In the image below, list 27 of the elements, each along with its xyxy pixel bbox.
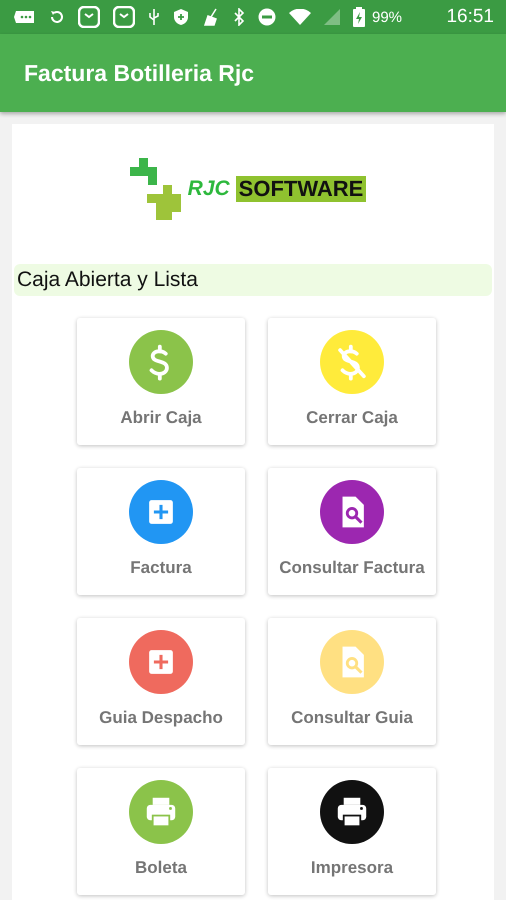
status-message: Caja Abierta y Lista bbox=[14, 264, 492, 296]
message-icon bbox=[14, 9, 36, 25]
app-title: Factura Botilleria Rjc bbox=[24, 60, 254, 86]
clock-time: 16:51 bbox=[446, 6, 494, 28]
battery-icon bbox=[353, 7, 365, 27]
shield-icon bbox=[173, 8, 189, 26]
menu-tile[interactable]: Consultar Guia bbox=[268, 618, 436, 745]
menu-tile[interactable]: Guia Despacho bbox=[77, 618, 245, 745]
refresh-icon bbox=[49, 9, 65, 25]
app-icon bbox=[78, 6, 100, 28]
do-not-disturb-icon bbox=[258, 8, 276, 26]
menu-tile[interactable]: Factura bbox=[77, 468, 245, 595]
bluetooth-icon bbox=[233, 8, 245, 26]
logo-brand-text: RJC bbox=[188, 177, 230, 201]
logo-product-text: SOFTWARE bbox=[236, 176, 366, 202]
logo-icon bbox=[130, 158, 182, 220]
broom-icon bbox=[202, 8, 220, 26]
usb-icon bbox=[148, 8, 160, 26]
wifi-icon bbox=[289, 9, 311, 25]
menu-tile[interactable]: Consultar Factura bbox=[268, 468, 436, 595]
menu-tile[interactable]: Boleta bbox=[77, 768, 245, 895]
menu-tile[interactable]: Impresora bbox=[268, 768, 436, 895]
signal-icon bbox=[324, 9, 340, 25]
menu-tile[interactable]: Abrir Caja bbox=[77, 318, 245, 445]
app-icon bbox=[113, 6, 135, 28]
menu-tile[interactable]: Cerrar Caja bbox=[268, 318, 436, 445]
battery-percentage: 99% bbox=[372, 8, 402, 26]
